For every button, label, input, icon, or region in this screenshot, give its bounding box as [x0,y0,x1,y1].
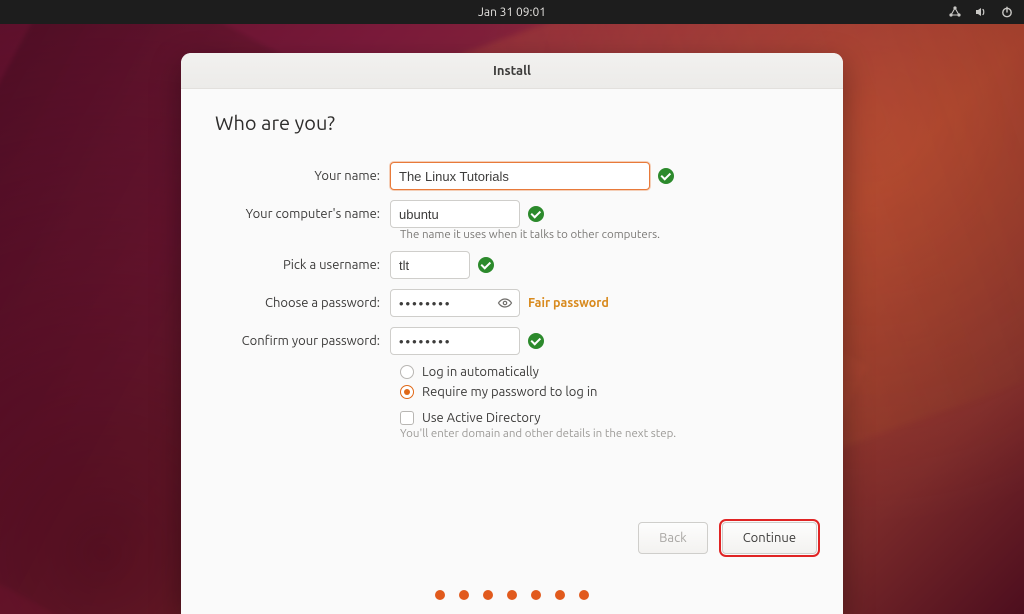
progress-dot [579,590,589,600]
progress-dot [483,590,493,600]
login-password-label: Require my password to log in [422,385,597,399]
window-titlebar: Install [181,53,843,89]
password-strength: Fair password [528,296,609,310]
power-icon[interactable] [1000,5,1014,19]
confirm-password-label: Confirm your password: [215,334,390,348]
confirm-password-input[interactable] [390,327,520,355]
computer-name-helper: The name it uses when it talks to other … [400,228,809,241]
your-name-input[interactable] [390,162,650,190]
progress-dots [181,590,843,600]
checkbox-icon [400,411,414,425]
user-form: Your name: Your computer's name: The nam… [215,162,809,440]
volume-icon[interactable] [974,5,988,19]
computer-name-input[interactable] [390,200,520,228]
login-auto-label: Log in automatically [422,365,539,379]
back-button[interactable]: Back [638,522,708,554]
active-directory-label: Use Active Directory [422,411,541,425]
radio-icon [400,365,414,379]
check-icon [528,206,544,222]
progress-dot [459,590,469,600]
page-title: Who are you? [215,111,809,134]
network-icon[interactable] [948,5,962,19]
check-icon [658,168,674,184]
progress-dot [507,590,517,600]
clock: Jan 31 09:01 [478,6,546,19]
check-icon [478,257,494,273]
password-label: Choose a password: [215,296,390,310]
continue-button[interactable]: Continue [722,522,817,554]
login-password-option[interactable]: Require my password to log in [400,385,809,399]
active-directory-option[interactable]: Use Active Directory [400,411,809,425]
login-auto-option[interactable]: Log in automatically [400,365,809,379]
show-password-icon[interactable] [496,294,514,312]
progress-dot [435,590,445,600]
computer-name-label: Your computer's name: [215,207,390,221]
window-title: Install [493,64,531,78]
username-input[interactable] [390,251,470,279]
installer-window: Install Who are you? Your name: Your com… [181,53,843,614]
progress-dot [555,590,565,600]
top-bar: Jan 31 09:01 [0,0,1024,24]
progress-dot [531,590,541,600]
system-tray[interactable] [948,0,1014,24]
active-directory-helper: You'll enter domain and other details in… [400,427,809,440]
username-label: Pick a username: [215,258,390,272]
your-name-label: Your name: [215,169,390,183]
check-icon [528,333,544,349]
radio-icon [400,385,414,399]
